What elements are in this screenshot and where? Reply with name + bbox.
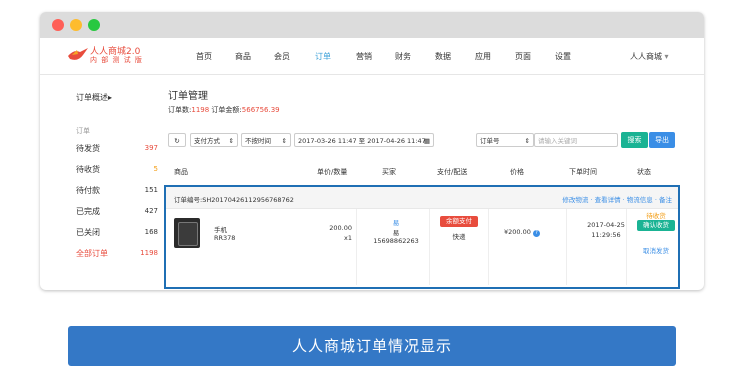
- column-header-price-qty: 单价/数量: [317, 168, 348, 176]
- order-total: ¥200.00 ?: [504, 228, 540, 237]
- sidebar-group-label: 订单: [76, 127, 90, 135]
- buyer-phone: 15698862263: [373, 237, 419, 245]
- pay-method-value: 支付方式: [194, 137, 220, 145]
- export-button[interactable]: 导出: [649, 132, 675, 148]
- order-count: 1198: [191, 106, 210, 114]
- sidebar-item-closed[interactable]: 已关闭: [76, 227, 100, 238]
- order-card: 订单编号:SH20170426112956768762 修改物流 · 查看详情 …: [164, 185, 680, 289]
- product-thumbnail: [174, 218, 200, 248]
- select-arrows-icon: ⇕: [281, 137, 287, 145]
- search-field-value: 订单号: [480, 137, 500, 145]
- refresh-button[interactable]: ↻: [168, 133, 186, 147]
- logo-subtitle: 内 部 测 试 版: [90, 56, 143, 64]
- time-select[interactable]: 不按时间 ⇕: [241, 133, 291, 147]
- order-stats: 订单数:1198 订单金额:566756.39: [168, 105, 280, 115]
- order-number-value: SH20170426112956768762: [202, 196, 294, 204]
- column-header-goods: 商品: [174, 168, 188, 176]
- sidebar-count-to-pay: 151: [144, 186, 158, 194]
- sidebar-count-closed: 168: [144, 228, 158, 236]
- order-count-label: 订单数:: [168, 106, 192, 114]
- select-arrows-icon: ⇕: [524, 137, 530, 145]
- nav-item-goods[interactable]: 商品: [235, 51, 251, 62]
- buyer-name[interactable]: 易: [366, 217, 426, 227]
- pay-method-badge: 余额支付: [440, 216, 478, 227]
- pay-method-select[interactable]: 支付方式 ⇕: [190, 133, 238, 147]
- order-amount: 566756.39: [241, 106, 280, 114]
- sidebar-item-all-orders[interactable]: 全部订单: [76, 248, 108, 259]
- confirm-receipt-button[interactable]: 确认收货: [637, 220, 675, 231]
- calendar-icon: ▦: [423, 137, 430, 145]
- quantity: x1: [344, 234, 352, 242]
- sidebar-item-to-pay[interactable]: 待付款: [76, 185, 100, 196]
- column-divider: [488, 209, 489, 285]
- title-bar: [40, 12, 704, 38]
- product-sku: RR378: [214, 234, 236, 242]
- order-number: 订单编号:SH20170426112956768762: [174, 194, 294, 204]
- delivery-method: 快递: [452, 233, 466, 241]
- sidebar-item-to-receive[interactable]: 待收货: [76, 164, 100, 175]
- product-name: 手机: [214, 226, 227, 234]
- sidebar-overview-label: 订单概述: [76, 93, 108, 102]
- minimize-window-button[interactable]: [70, 19, 82, 31]
- search-button[interactable]: 搜索: [621, 132, 648, 148]
- search-input[interactable]: 请输入关键词: [534, 133, 618, 147]
- order-amount-label: 订单金额:: [211, 106, 242, 114]
- sidebar-overview[interactable]: 订单概述▸: [76, 92, 112, 103]
- column-divider: [566, 209, 567, 285]
- nav-item-settings[interactable]: 设置: [555, 51, 571, 62]
- status-badge: 待收货: [646, 212, 666, 220]
- shop-name: 人人商城: [630, 52, 662, 61]
- column-header-pay-delivery: 支付/配送: [437, 168, 468, 176]
- logo[interactable]: 人人商城2.0 内 部 测 试 版: [68, 42, 150, 68]
- nav-item-members[interactable]: 会员: [274, 51, 290, 62]
- column-header-price: 价格: [510, 168, 524, 176]
- nav-item-home[interactable]: 首页: [196, 51, 212, 62]
- phone-icon: [178, 222, 198, 246]
- bird-logo-icon: [68, 48, 88, 60]
- zoom-window-button[interactable]: [88, 19, 100, 31]
- column-divider: [626, 209, 627, 285]
- chevron-right-icon: ▸: [108, 93, 113, 102]
- nav-item-data[interactable]: 数据: [435, 51, 451, 62]
- sidebar-item-completed[interactable]: 已完成: [76, 206, 100, 217]
- app-window: 人人商城2.0 内 部 测 试 版 首页 商品 会员 订单 营销 财务 数据 应…: [40, 12, 704, 290]
- column-header-status: 状态: [637, 168, 651, 176]
- refresh-icon: ↻: [174, 137, 180, 145]
- sidebar-count-to-ship: 397: [144, 144, 158, 152]
- unit-price: 200.00: [329, 224, 352, 232]
- nav-item-orders[interactable]: 订单: [315, 51, 331, 62]
- page-title: 订单管理: [168, 91, 208, 102]
- nav-item-marketing[interactable]: 营销: [356, 51, 372, 62]
- sidebar-count-all-orders: 1198: [140, 249, 158, 257]
- cancel-shipment-link[interactable]: 取消发货: [636, 245, 676, 255]
- close-window-button[interactable]: [52, 19, 64, 31]
- sidebar-count-to-receive: 5: [153, 165, 158, 173]
- column-header-buyer: 买家: [382, 168, 396, 176]
- order-number-label: 订单编号:: [174, 196, 203, 204]
- sidebar-count-completed: 427: [144, 207, 158, 215]
- date-range-value: 2017-03-26 11:47 至 2017-04-26 11:47: [298, 137, 426, 145]
- sidebar-item-to-ship[interactable]: 待发货: [76, 143, 100, 154]
- search-field-select[interactable]: 订单号 ⇕: [476, 133, 534, 147]
- nav-item-pages[interactable]: 页面: [515, 51, 531, 62]
- order-total-value: ¥200.00: [504, 228, 531, 236]
- info-icon[interactable]: ?: [532, 230, 540, 237]
- column-divider: [429, 209, 430, 285]
- order-actions[interactable]: 修改物流 · 查看详情 · 物流信息 · 备注: [562, 194, 672, 204]
- time-select-value: 不按时间: [245, 137, 271, 145]
- top-nav: 人人商城2.0 内 部 测 试 版 首页 商品 会员 订单 营销 财务 数据 应…: [40, 38, 704, 75]
- caption-banner: 人人商城订单情况显示: [68, 326, 676, 366]
- chevron-down-icon: ▾: [664, 52, 669, 61]
- buyer-nickname: 易: [392, 229, 400, 237]
- select-arrows-icon: ⇕: [228, 137, 234, 145]
- nav-item-finance[interactable]: 财务: [395, 51, 411, 62]
- order-time: 11:29:56: [591, 231, 621, 239]
- date-range-input[interactable]: 2017-03-26 11:47 至 2017-04-26 11:47 ▦: [294, 133, 434, 147]
- nav-item-apps[interactable]: 应用: [475, 51, 491, 62]
- column-divider: [356, 209, 357, 285]
- shop-menu[interactable]: 人人商城 ▾: [630, 51, 669, 62]
- order-date: 2017-04-25: [587, 221, 625, 229]
- order-card-header: 订单编号:SH20170426112956768762 修改物流 · 查看详情 …: [166, 187, 678, 209]
- column-header-order-time: 下单时间: [569, 168, 597, 176]
